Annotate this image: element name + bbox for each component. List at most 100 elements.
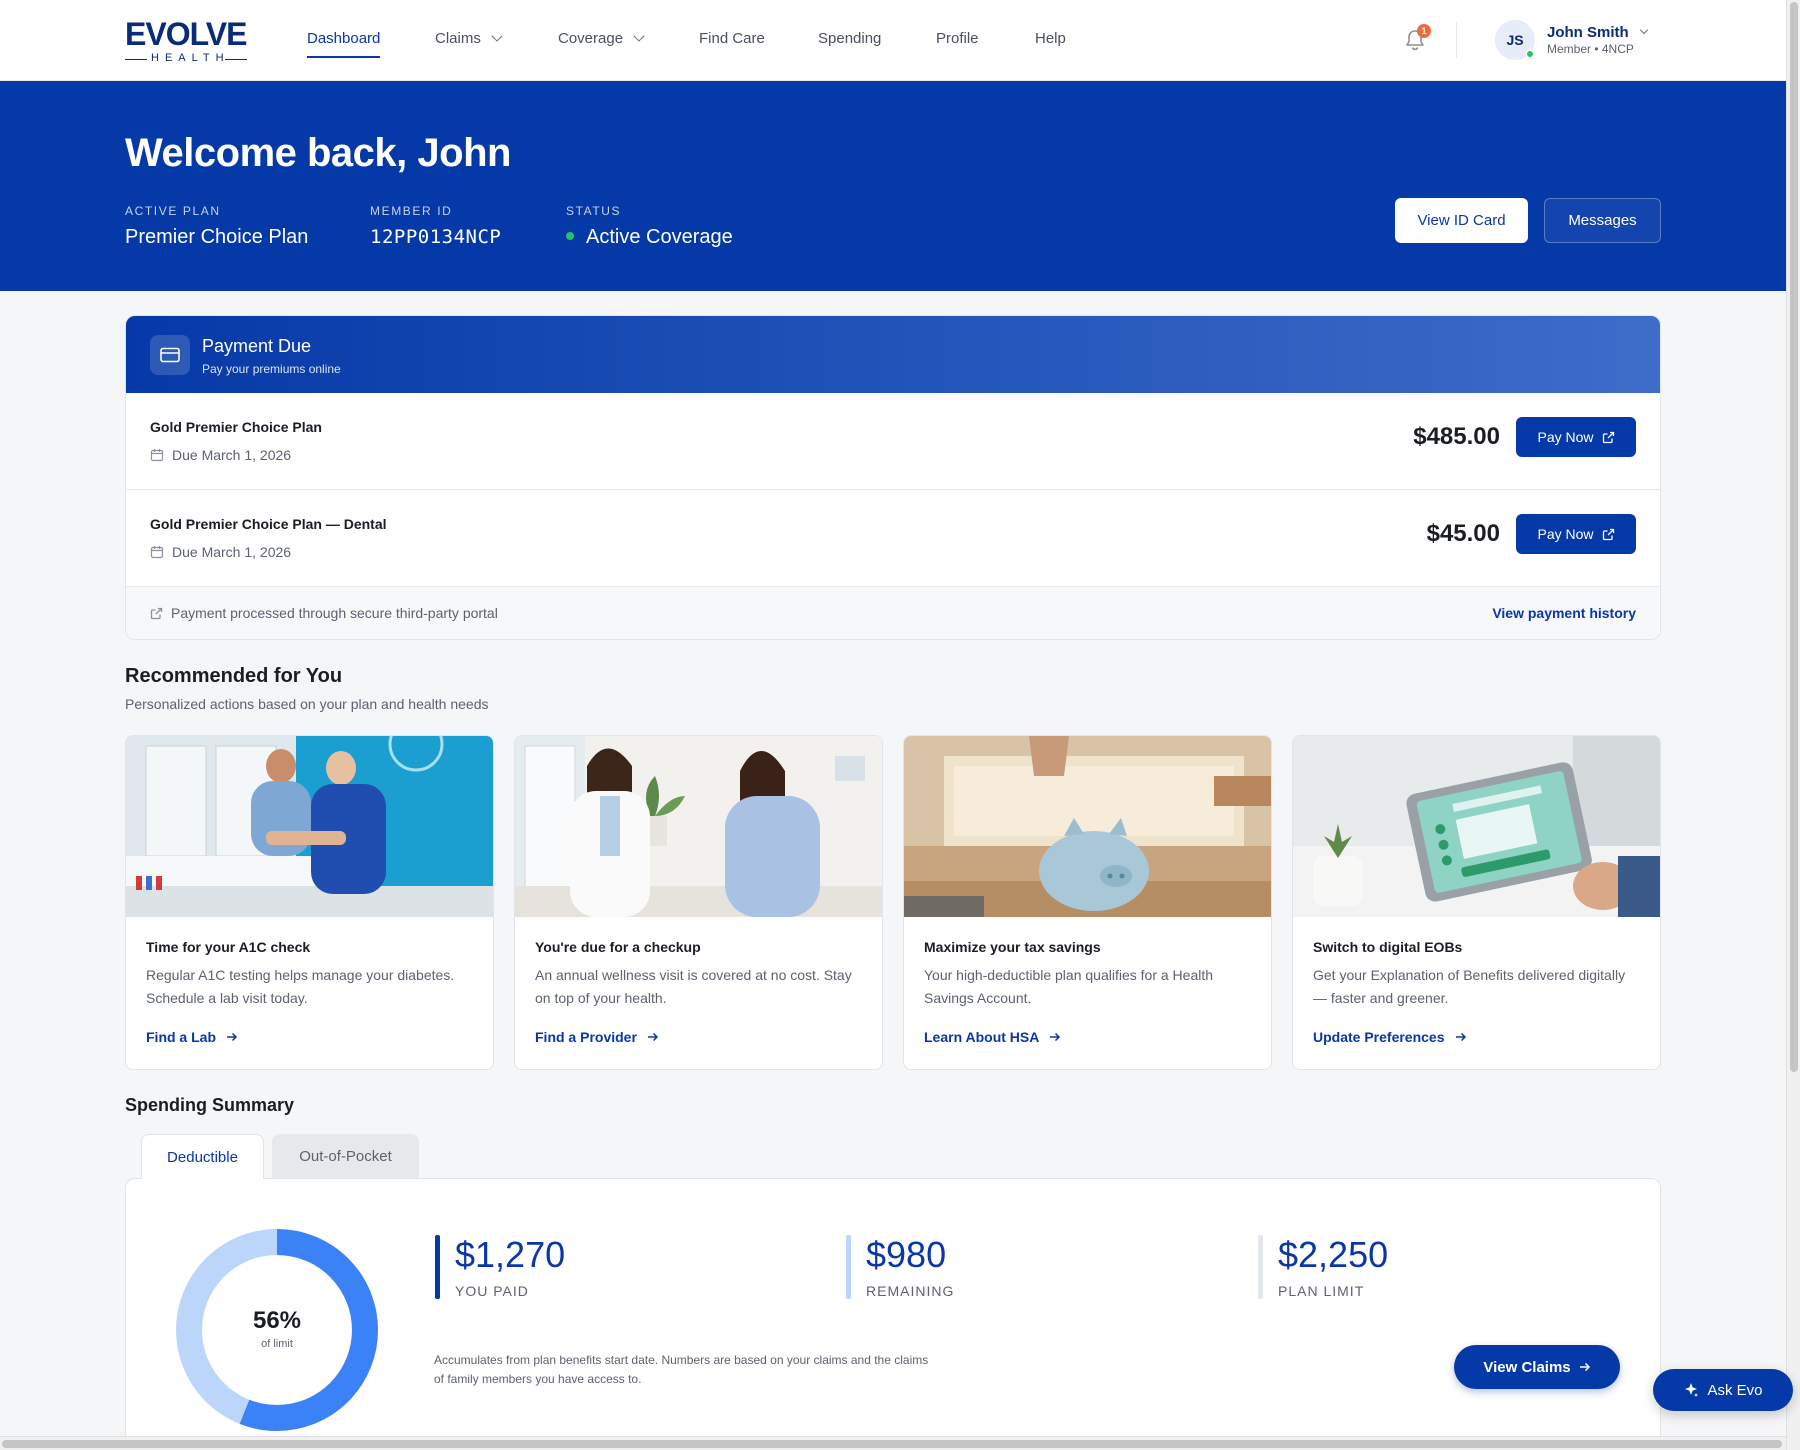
spending-title: Spending Summary xyxy=(125,1095,295,1115)
view-id-card-button[interactable]: View ID Card xyxy=(1395,198,1528,243)
spending-summary-card: 56% of limit $1,270 YOU PAID $980 REMAIN… xyxy=(125,1178,1661,1450)
stat-label: YOU PAID xyxy=(455,1283,529,1299)
recommendation-card: Switch to digital EOBs Get your Explanat… xyxy=(1292,735,1661,1070)
recommendation-title: Switch to digital EOBs xyxy=(1313,939,1463,955)
nav-coverage[interactable]: Coverage xyxy=(558,30,645,47)
nav-help[interactable]: Help xyxy=(1035,30,1066,47)
payment-title: Payment Due xyxy=(202,336,312,356)
status-value-row: Active Coverage xyxy=(566,226,733,249)
update-preferences-link[interactable]: Update Preferences xyxy=(1313,1029,1467,1045)
payment-header: Payment Due Pay your premiums online xyxy=(126,316,1660,393)
pay-now-button[interactable]: Pay Now xyxy=(1516,514,1636,554)
update-preferences-label: Update Preferences xyxy=(1313,1029,1445,1045)
sparkle-icon xyxy=(1685,1383,1699,1397)
piggy-bank-image xyxy=(904,736,1271,917)
nav-spending[interactable]: Spending xyxy=(818,30,881,47)
user-member-info: Member • 4NCP xyxy=(1547,42,1634,56)
payment-due-text: Due March 1, 2026 xyxy=(172,544,292,560)
recommendation-card: Maximize your tax savings Your high-dedu… xyxy=(903,735,1272,1070)
nav-help-label: Help xyxy=(1035,30,1066,47)
recommendation-body: Time for your A1C check Regular A1C test… xyxy=(146,939,473,1010)
recommendation-description: Your high-deductible plan qualifies for … xyxy=(924,967,1214,1006)
online-status-dot xyxy=(1526,50,1534,58)
ask-evo-button[interactable]: Ask Evo xyxy=(1653,1369,1793,1411)
view-claims-button[interactable]: View Claims xyxy=(1454,1345,1620,1389)
recommendation-body: Switch to digital EOBs Get your Explanat… xyxy=(1313,939,1640,1010)
logo-subtitle: HEALTH xyxy=(125,52,247,64)
payment-amount: $45.00 xyxy=(1426,520,1500,547)
messages-button[interactable]: Messages xyxy=(1544,198,1661,243)
tab-out-of-pocket[interactable]: Out-of-Pocket xyxy=(272,1134,419,1179)
stat-value: $1,270 xyxy=(455,1234,566,1275)
learn-about-hsa-link[interactable]: Learn About HSA xyxy=(924,1029,1061,1045)
payment-plan-name: Gold Premier Choice Plan xyxy=(150,419,322,435)
stat-accent-bar xyxy=(1258,1235,1263,1299)
nav-claims[interactable]: Claims xyxy=(435,30,503,47)
recommendation-title: Maximize your tax savings xyxy=(924,939,1101,955)
nav-dashboard[interactable]: Dashboard xyxy=(307,30,381,58)
status-dot xyxy=(566,232,574,241)
payment-footer-text: Payment processed through secure third-p… xyxy=(171,605,498,621)
recommendation-body: You're due for a checkup An annual welln… xyxy=(535,939,862,1010)
logo-wordmark: EVOLVE xyxy=(125,16,247,52)
payment-amount: $485.00 xyxy=(1413,423,1500,450)
active-plan-value: Premier Choice Plan xyxy=(125,226,309,248)
recommendation-description: An annual wellness visit is covered at n… xyxy=(535,967,852,1006)
horizontal-scrollbar-thumb[interactable] xyxy=(2,1440,1782,1448)
view-payment-history-link[interactable]: View payment history xyxy=(1492,605,1636,621)
nav-find-care[interactable]: Find Care xyxy=(699,30,765,47)
notification-badge: 1 xyxy=(1417,24,1431,38)
user-name: John Smith xyxy=(1547,24,1629,41)
external-link-icon xyxy=(1602,528,1614,540)
pay-now-label: Pay Now xyxy=(1537,429,1594,445)
member-id-label: MEMBER ID xyxy=(370,204,453,218)
chevron-down-icon xyxy=(491,30,503,42)
arrow-right-icon xyxy=(227,1032,238,1042)
nav-spending-label: Spending xyxy=(818,30,882,47)
recommended-title: Recommended for You xyxy=(125,665,343,687)
vertical-scrollbar[interactable] xyxy=(1786,0,1800,1450)
evolve-health-logo[interactable]: EVOLVE HEALTH xyxy=(125,18,247,64)
donut-percent: 56% xyxy=(252,1307,302,1334)
arrow-right-icon xyxy=(647,1032,658,1042)
vertical-scrollbar-thumb[interactable] xyxy=(1790,2,1798,1072)
recommendation-title: Time for your A1C check xyxy=(146,939,311,955)
recommendation-description: Get your Explanation of Benefits deliver… xyxy=(1313,967,1626,1006)
recommendation-body: Maximize your tax savings Your high-dedu… xyxy=(924,939,1251,1010)
nav-profile[interactable]: Profile xyxy=(936,30,979,47)
arrow-right-icon xyxy=(1455,1032,1466,1042)
stat-label: PLAN LIMIT xyxy=(1278,1283,1365,1299)
recommendation-description: Regular A1C testing helps manage your di… xyxy=(146,967,455,1006)
stat-value: $2,250 xyxy=(1278,1234,1389,1275)
stat-remaining: $980 REMAINING xyxy=(846,1235,954,1299)
recommended-subtitle: Personalized actions based on your plan … xyxy=(125,696,489,712)
recommendation-title: You're due for a checkup xyxy=(535,939,701,955)
payment-due-date: Due March 1, 2026 xyxy=(150,544,291,560)
stat-accent-bar xyxy=(846,1235,851,1299)
chevron-down-icon xyxy=(1639,25,1648,35)
payment-plan-name: Gold Premier Choice Plan — Dental xyxy=(150,516,387,532)
donut-percent-caption: of limit xyxy=(261,1338,293,1350)
page: EVOLVE HEALTH Dashboard Claims Coverage … xyxy=(0,0,1800,1450)
pay-now-button[interactable]: Pay Now xyxy=(1516,417,1636,457)
payment-due-date: Due March 1, 2026 xyxy=(150,447,291,463)
tab-deductible[interactable]: Deductible xyxy=(141,1134,264,1179)
payment-row: Gold Premier Choice Plan — Dental Due Ma… xyxy=(126,490,1660,587)
horizontal-scrollbar[interactable] xyxy=(0,1436,1786,1450)
user-menu[interactable]: John Smith xyxy=(1547,24,1648,41)
nav-divider xyxy=(1456,22,1457,58)
payment-footer-note: Payment processed through secure third-p… xyxy=(150,605,498,621)
member-id: MEMBER ID 12PP0134NCP xyxy=(370,204,501,248)
digital-eob-image xyxy=(1293,736,1660,917)
external-link-icon xyxy=(1602,431,1614,443)
find-a-lab-link[interactable]: Find a Lab xyxy=(146,1029,238,1045)
nav-dashboard-label: Dashboard xyxy=(307,30,381,47)
page-title: Welcome back, John xyxy=(125,131,511,175)
lab-visit-image xyxy=(126,736,493,917)
checkup-image xyxy=(515,736,882,917)
nav-coverage-label: Coverage xyxy=(558,30,624,47)
credit-card-icon xyxy=(150,335,190,375)
stat-value: $980 xyxy=(866,1234,947,1275)
find-a-provider-link[interactable]: Find a Provider xyxy=(535,1029,659,1045)
nav-profile-label: Profile xyxy=(936,30,979,47)
